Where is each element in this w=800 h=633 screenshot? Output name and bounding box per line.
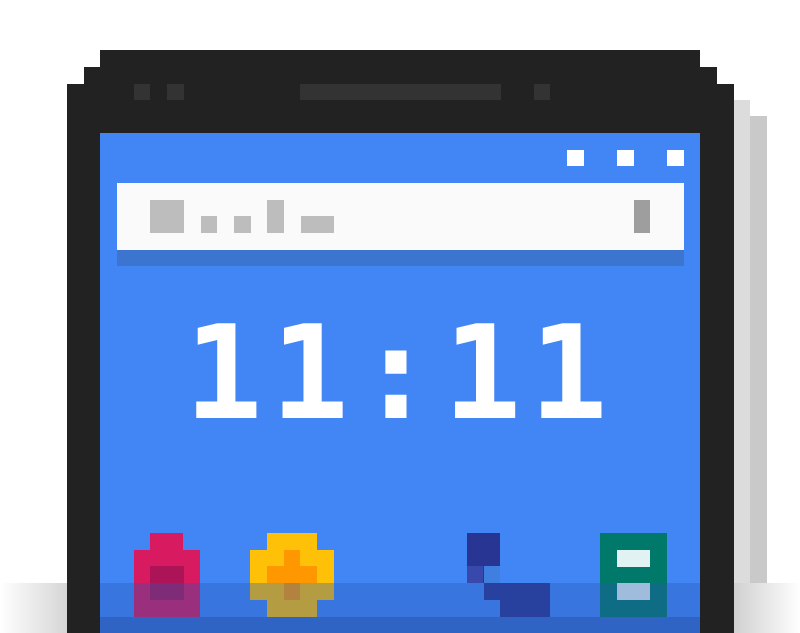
clock-time: 11:11 — [184, 297, 616, 449]
clock-widget[interactable]: 11:11 — [100, 308, 700, 438]
status-dot-icon — [617, 150, 634, 166]
phone-body-top — [100, 50, 700, 67]
front-camera-dot — [534, 84, 550, 100]
status-dot-icon — [667, 150, 684, 166]
bottom-fade-right — [734, 583, 800, 633]
phone-screen: 11:11 — [100, 133, 700, 633]
camera-dot — [167, 84, 184, 100]
search-bar-shadow — [117, 250, 684, 266]
sensor-dot — [134, 84, 150, 100]
microphone-icon[interactable] — [634, 200, 650, 233]
phone-shadow — [734, 100, 750, 633]
bottom-fade-left — [0, 583, 67, 633]
phone-body-shoulder — [84, 67, 717, 84]
phone-shadow-outer — [750, 116, 767, 633]
dock-shade-bottom — [100, 617, 700, 633]
earpiece-speaker — [300, 84, 501, 100]
status-dot-icon — [567, 150, 584, 166]
search-bar[interactable] — [117, 183, 684, 250]
